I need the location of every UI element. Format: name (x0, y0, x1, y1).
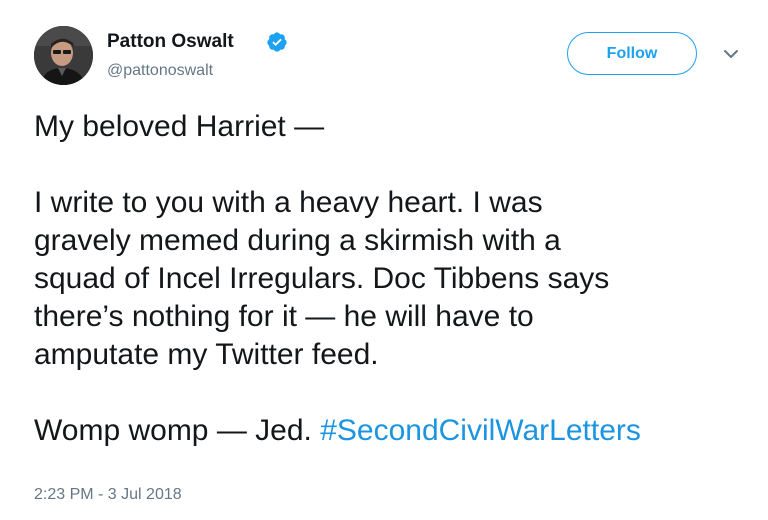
tweet-body-line: amputate my Twitter feed. (34, 338, 379, 371)
tweet-body-line: squad of Incel Irregulars. Doc Tibbens s… (34, 262, 610, 295)
tweet-body-line: there’s nothing for it — he will have to (34, 300, 534, 333)
tweet-closing: Womp womp — Jed. (34, 414, 321, 447)
verified-badge-icon (267, 32, 287, 52)
tweet-body-line: I write to you with a heavy heart. I was (34, 186, 543, 219)
tweet-timestamp[interactable]: 2:23 PM - 3 Jul 2018 (34, 485, 182, 505)
tweet-card: Patton Oswalt @pattonoswalt Follow My be… (0, 0, 768, 520)
tweet-text: My beloved Harriet — I write to you with… (34, 108, 754, 450)
chevron-down-icon[interactable] (723, 48, 739, 60)
avatar-photo (34, 26, 93, 85)
display-name[interactable]: Patton Oswalt (107, 31, 234, 53)
follow-button[interactable]: Follow (567, 32, 697, 75)
avatar[interactable] (34, 26, 93, 85)
tweet-greeting: My beloved Harriet — (34, 110, 325, 143)
tweet-closing-line: Womp womp — Jed. #SecondCivilWarLetters (34, 412, 754, 450)
tweet-body-line: gravely memed during a skirmish with a (34, 224, 561, 257)
hashtag-link[interactable]: #SecondCivilWarLetters (320, 414, 641, 447)
user-handle[interactable]: @pattonoswalt (107, 61, 213, 81)
